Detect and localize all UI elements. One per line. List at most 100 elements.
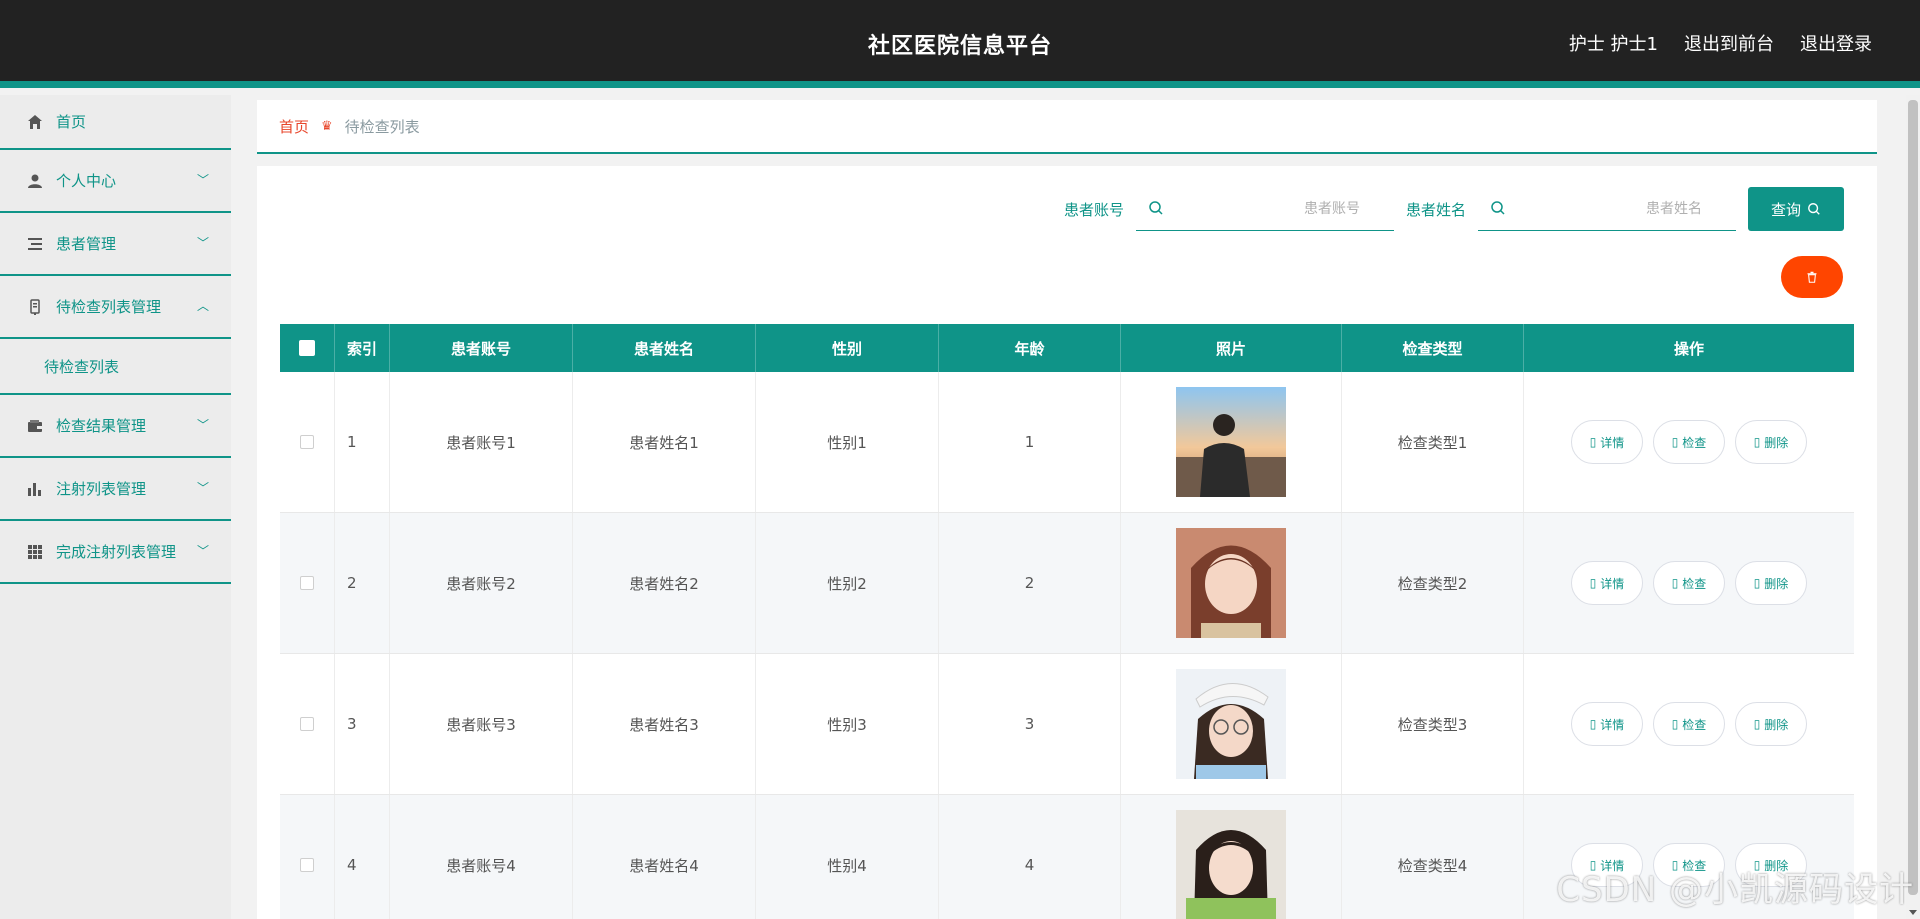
- photo-cell: [1121, 513, 1342, 653]
- breadcrumb: 首页 ♛ 待检查列表: [257, 100, 1877, 154]
- check-button[interactable]: ▯ 检查: [1653, 702, 1725, 746]
- account-label: 患者账号: [1063, 200, 1124, 219]
- actions-cell: ▯ 详情 ▯ 检查 ▯ 删除: [1524, 513, 1854, 653]
- scrollbar-thumb[interactable]: [1908, 100, 1918, 895]
- search-icon: [1149, 201, 1163, 215]
- logout-link[interactable]: 退出登录: [1800, 30, 1872, 56]
- photo-cell: [1121, 654, 1342, 794]
- clipboard-icon: [26, 298, 44, 316]
- account-cell: 患者账号1: [390, 372, 573, 512]
- detail-button[interactable]: ▯ 详情: [1571, 420, 1643, 464]
- row-checkbox-cell: [280, 372, 335, 512]
- sidebar-item-pending-check-management[interactable]: 待检查列表管理 ︿: [0, 276, 231, 339]
- list-icon: [26, 235, 44, 253]
- delete-button[interactable]: ▯ 删除: [1735, 420, 1807, 464]
- row-checkbox-cell: [280, 795, 335, 919]
- breadcrumb-home[interactable]: 首页: [279, 116, 309, 137]
- check-button[interactable]: ▯ 检查: [1653, 561, 1725, 605]
- trash-icon: ▯: [1753, 717, 1761, 731]
- batch-delete-button[interactable]: [1781, 256, 1843, 298]
- delete-button[interactable]: ▯ 删除: [1735, 561, 1807, 605]
- account-cell: 患者账号2: [390, 513, 573, 653]
- patient-photo: [1176, 669, 1286, 779]
- row-checkbox[interactable]: [300, 858, 314, 872]
- index-cell: 4: [335, 795, 390, 919]
- check-type-cell: 检查类型2: [1342, 513, 1524, 653]
- row-checkbox[interactable]: [300, 576, 314, 590]
- sidebar-item-label: 完成注射列表管理: [56, 543, 177, 561]
- column-header: 性别: [756, 324, 939, 372]
- data-table: 索引 患者账号 患者姓名 性别 年龄 照片 检查类型 操作 1 患者账号1 患者…: [280, 324, 1854, 919]
- row-checkbox[interactable]: [300, 717, 314, 731]
- top-header: 社区医院信息平台 护士 护士1 退出到前台 退出登录: [0, 0, 1920, 88]
- name-cell: 患者姓名1: [573, 372, 756, 512]
- document-icon: ▯: [1671, 435, 1679, 449]
- patient-photo: [1176, 810, 1286, 919]
- sidebar-item-check-result-management[interactable]: 检查结果管理 ﹀: [0, 395, 231, 458]
- chevron-up-icon: ︿: [196, 298, 209, 313]
- search-icon: [1808, 203, 1820, 215]
- sidebar-subitem-pending-check-list[interactable]: 待检查列表: [0, 339, 231, 395]
- column-header: 检查类型: [1342, 324, 1524, 372]
- current-user[interactable]: 护士 护士1: [1569, 30, 1658, 56]
- sidebar-item-label: 注射列表管理: [56, 480, 147, 498]
- column-header: 索引: [335, 324, 390, 372]
- user-icon: [26, 172, 44, 190]
- detail-button[interactable]: ▯ 详情: [1571, 561, 1643, 605]
- document-icon: ▯: [1671, 576, 1679, 590]
- main-content: 患者账号 患者姓名 查询 索引 患者账号 患者姓名 性别 年龄 照片 检查类型 …: [257, 166, 1877, 919]
- exit-front-link[interactable]: 退出到前台: [1684, 30, 1774, 56]
- sex-cell: 性别1: [756, 372, 939, 512]
- name-cell: 患者姓名2: [573, 513, 756, 653]
- photo-cell: [1121, 795, 1342, 919]
- column-header: 年龄: [939, 324, 1121, 372]
- check-button[interactable]: ▯ 检查: [1653, 420, 1725, 464]
- index-cell: 3: [335, 654, 390, 794]
- document-icon: ▯: [1671, 717, 1679, 731]
- column-header: 患者姓名: [573, 324, 756, 372]
- row-checkbox[interactable]: [300, 435, 314, 449]
- trash-icon: ▯: [1753, 435, 1761, 449]
- check-type-cell: 检查类型1: [1342, 372, 1524, 512]
- document-icon: ▯: [1589, 717, 1597, 731]
- patient-photo: [1176, 528, 1286, 638]
- document-icon: ▯: [1589, 435, 1597, 449]
- table-header: 索引 患者账号 患者姓名 性别 年龄 照片 检查类型 操作: [280, 324, 1854, 372]
- breadcrumb-separator-icon: ♛: [321, 118, 333, 134]
- age-cell: 4: [939, 795, 1121, 919]
- photo-cell: [1121, 372, 1342, 512]
- sidebar-item-patient-management[interactable]: 患者管理 ﹀: [0, 213, 231, 276]
- sidebar-item-label: 个人中心: [56, 172, 117, 190]
- sidebar-item-label: 患者管理: [56, 235, 117, 253]
- chevron-down-icon: ﹀: [196, 543, 209, 558]
- delete-button[interactable]: ▯ 删除: [1735, 702, 1807, 746]
- search-icon: [1491, 201, 1505, 215]
- sidebar-item-personal-center[interactable]: 个人中心 ﹀: [0, 150, 231, 213]
- account-search-field: [1135, 187, 1394, 231]
- select-all-checkbox[interactable]: [299, 340, 315, 356]
- chart-icon: [26, 480, 44, 498]
- sex-cell: 性别4: [756, 795, 939, 919]
- index-cell: 1: [335, 372, 390, 512]
- age-cell: 2: [939, 513, 1121, 653]
- sidebar-item-completed-injection-management[interactable]: 完成注射列表管理 ﹀: [0, 521, 231, 584]
- check-type-cell: 检查类型3: [1342, 654, 1524, 794]
- table-row: 2 患者账号2 患者姓名2 性别2 2 检查类型2 ▯ 详情 ▯ 检查 ▯ 删除: [280, 513, 1854, 654]
- detail-button[interactable]: ▯ 详情: [1571, 702, 1643, 746]
- header-actions: 护士 护士1 退出到前台 退出登录: [1569, 30, 1872, 56]
- chevron-down-icon: ﹀: [196, 480, 209, 495]
- chevron-down-icon: ﹀: [196, 172, 209, 187]
- actions-cell: ▯ 详情 ▯ 检查 ▯ 删除: [1524, 654, 1854, 794]
- name-cell: 患者姓名4: [573, 795, 756, 919]
- patient-photo: [1176, 387, 1286, 497]
- account-cell: 患者账号4: [390, 795, 573, 919]
- account-search-input[interactable]: [1175, 195, 1394, 223]
- query-button[interactable]: 查询: [1748, 187, 1844, 231]
- sidebar-item-label: 检查结果管理: [56, 417, 147, 435]
- sidebar-item-home[interactable]: 首页: [0, 95, 231, 150]
- name-search-input[interactable]: [1518, 195, 1736, 223]
- sex-cell: 性别3: [756, 654, 939, 794]
- sidebar-item-injection-list-management[interactable]: 注射列表管理 ﹀: [0, 458, 231, 521]
- search-form: 患者账号 患者姓名 查询: [1064, 187, 1844, 231]
- index-cell: 2: [335, 513, 390, 653]
